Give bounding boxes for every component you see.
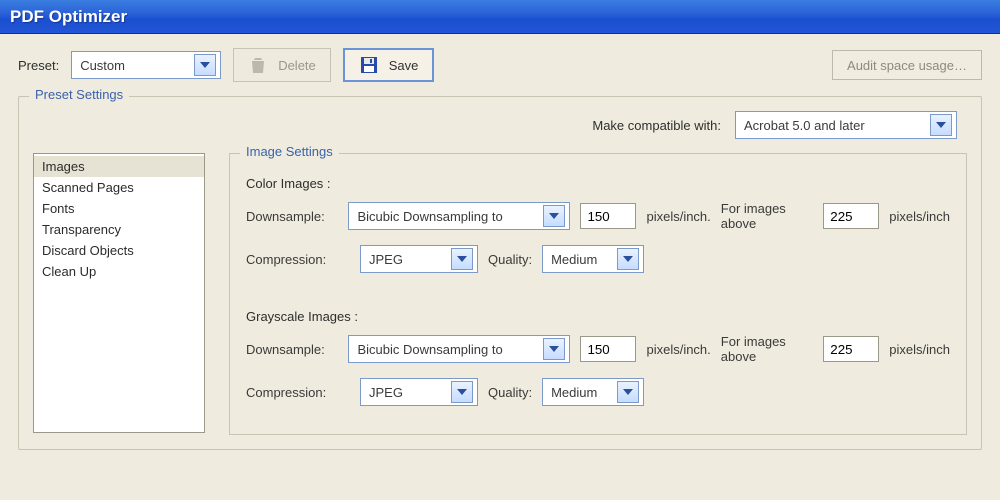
save-button-label: Save xyxy=(389,58,419,73)
category-item-scanned-pages[interactable]: Scanned Pages xyxy=(34,177,204,198)
category-list[interactable]: Images Scanned Pages Fonts Transparency … xyxy=(33,153,205,433)
chevron-down-icon xyxy=(543,205,565,227)
image-settings-legend: Image Settings xyxy=(240,144,339,159)
grayscale-compression-value: JPEG xyxy=(369,385,445,400)
color-above-ppi-input[interactable] xyxy=(823,203,879,229)
chevron-down-icon xyxy=(617,381,639,403)
grayscale-quality-select[interactable]: Medium xyxy=(542,378,644,406)
chevron-down-icon xyxy=(930,114,952,136)
chevron-down-icon xyxy=(543,338,565,360)
color-downsample-value: Bicubic Downsampling to xyxy=(357,209,537,224)
grayscale-images-heading: Grayscale Images : xyxy=(246,309,950,324)
downsample-label: Downsample: xyxy=(246,342,338,357)
save-button[interactable]: Save xyxy=(343,48,435,82)
delete-button: Delete xyxy=(233,48,331,82)
category-item-transparency[interactable]: Transparency xyxy=(34,219,204,240)
for-images-above-label: For images above xyxy=(721,201,814,231)
chevron-down-icon xyxy=(451,381,473,403)
color-compression-value: JPEG xyxy=(369,252,445,267)
grayscale-downsample-row: Downsample: Bicubic Downsampling to pixe… xyxy=(246,334,950,364)
chevron-down-icon xyxy=(451,248,473,270)
color-compression-row: Compression: JPEG Quality: Medium xyxy=(246,245,950,273)
settings-body: Images Scanned Pages Fonts Transparency … xyxy=(33,153,967,435)
grayscale-compression-select[interactable]: JPEG xyxy=(360,378,478,406)
floppy-save-icon xyxy=(359,55,379,75)
grayscale-downsample-ppi-input[interactable] xyxy=(580,336,636,362)
ppi-unit-label: pixels/inch. xyxy=(646,342,710,357)
grayscale-compression-row: Compression: JPEG Quality: Medium xyxy=(246,378,950,406)
preset-select-value: Custom xyxy=(80,58,188,73)
color-quality-value: Medium xyxy=(551,252,611,267)
preset-label: Preset: xyxy=(18,58,59,73)
window-title: PDF Optimizer xyxy=(10,7,127,27)
color-quality-select[interactable]: Medium xyxy=(542,245,644,273)
ppi-unit-label-2: pixels/inch xyxy=(889,209,950,224)
color-downsample-row: Downsample: Bicubic Downsampling to pixe… xyxy=(246,201,950,231)
chevron-down-icon xyxy=(194,54,216,76)
chevron-down-icon xyxy=(617,248,639,270)
delete-button-label: Delete xyxy=(278,58,316,73)
color-downsample-select[interactable]: Bicubic Downsampling to xyxy=(348,202,570,230)
ppi-unit-label-2: pixels/inch xyxy=(889,342,950,357)
compression-label: Compression: xyxy=(246,385,350,400)
category-item-fonts[interactable]: Fonts xyxy=(34,198,204,219)
audit-button-label: Audit space usage… xyxy=(847,58,967,73)
color-images-heading: Color Images : xyxy=(246,176,950,191)
ppi-unit-label: pixels/inch. xyxy=(646,209,710,224)
grayscale-downsample-select[interactable]: Bicubic Downsampling to xyxy=(348,335,570,363)
category-item-clean-up[interactable]: Clean Up xyxy=(34,261,204,282)
toolbar: Preset: Custom Delete Save Audit space u… xyxy=(18,48,982,82)
grayscale-downsample-value: Bicubic Downsampling to xyxy=(357,342,537,357)
category-item-images[interactable]: Images xyxy=(34,156,204,177)
grayscale-quality-value: Medium xyxy=(551,385,611,400)
image-settings-fieldset: Image Settings Color Images : Downsample… xyxy=(229,153,967,435)
preset-settings-fieldset: Preset Settings Make compatible with: Ac… xyxy=(18,96,982,450)
trash-icon xyxy=(248,55,268,75)
audit-space-usage-button[interactable]: Audit space usage… xyxy=(832,50,982,80)
compatibility-label: Make compatible with: xyxy=(592,118,721,133)
grayscale-above-ppi-input[interactable] xyxy=(823,336,879,362)
titlebar: PDF Optimizer xyxy=(0,0,1000,34)
category-item-discard-objects[interactable]: Discard Objects xyxy=(34,240,204,261)
preset-select[interactable]: Custom xyxy=(71,51,221,79)
for-images-above-label: For images above xyxy=(721,334,814,364)
compatibility-row: Make compatible with: Acrobat 5.0 and la… xyxy=(33,107,967,153)
color-compression-select[interactable]: JPEG xyxy=(360,245,478,273)
compression-label: Compression: xyxy=(246,252,350,267)
downsample-label: Downsample: xyxy=(246,209,338,224)
content-area: Preset: Custom Delete Save Audit space u… xyxy=(0,34,1000,460)
settings-panel: Image Settings Color Images : Downsample… xyxy=(229,153,967,435)
preset-settings-legend: Preset Settings xyxy=(29,87,129,102)
color-downsample-ppi-input[interactable] xyxy=(580,203,636,229)
compatibility-select-value: Acrobat 5.0 and later xyxy=(744,118,924,133)
quality-label: Quality: xyxy=(488,252,532,267)
quality-label: Quality: xyxy=(488,385,532,400)
compatibility-select[interactable]: Acrobat 5.0 and later xyxy=(735,111,957,139)
